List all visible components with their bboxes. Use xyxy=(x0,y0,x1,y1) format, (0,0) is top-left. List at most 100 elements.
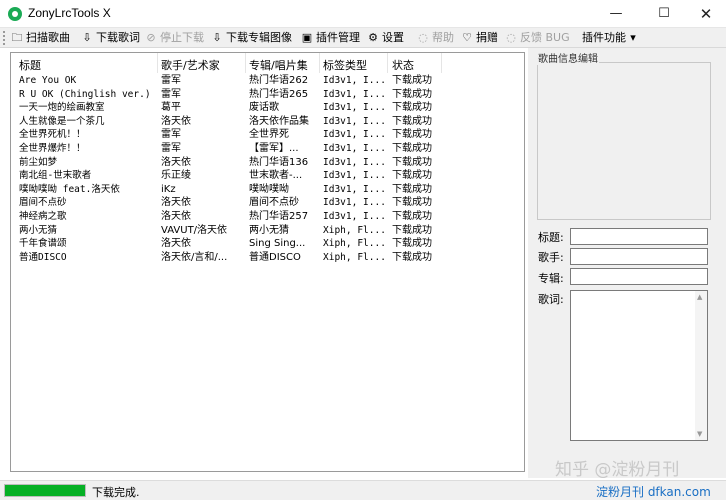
progress-fill xyxy=(5,485,85,496)
plugin-functions-menu[interactable]: 插件功能 ▾ xyxy=(582,29,642,46)
plugin-manager-button[interactable]: ▣ 插件管理 xyxy=(300,29,360,46)
album-label: 专辑: xyxy=(538,272,564,285)
cell-title: 前尘如梦 xyxy=(19,156,58,168)
cell-title: 普通DISCO xyxy=(19,251,67,263)
column-separator[interactable] xyxy=(441,53,442,73)
watermark-site: 淀粉月刊 dfkan.com xyxy=(596,485,711,499)
cell-tag-type: Xiph, Fl... xyxy=(323,238,386,250)
gear-icon: ⚙ xyxy=(368,31,378,44)
artist-field[interactable] xyxy=(570,248,708,265)
help-button[interactable]: ◌ 帮助 xyxy=(416,29,454,46)
app-icon xyxy=(8,7,22,21)
table-row[interactable]: R U OK (Chinglish ver.) 雷军 热门华语265 Id3v1, I… xyxy=(11,88,524,101)
cell-tag-type: Id3v1, I... xyxy=(323,197,386,209)
cell-album: 两小无猜 xyxy=(249,224,289,236)
title-field[interactable] xyxy=(570,228,708,245)
cell-artist: 乐正绫 xyxy=(161,170,191,182)
cell-album: 世末歌者-... xyxy=(249,170,303,182)
column-separator[interactable] xyxy=(387,53,388,73)
scroll-up-icon[interactable]: ▲ xyxy=(697,293,702,301)
download-album-art-button[interactable]: ⇩ 下载专辑图像 xyxy=(210,29,292,46)
table-row[interactable]: 前尘如梦 洛天依 热门华语136 Id3v1, I... 下载成功 xyxy=(11,156,524,169)
cell-status: 下载成功 xyxy=(392,224,432,236)
table-row[interactable]: 两小无猜 VAVUT/洛天依 两小无猜 Xiph, Fl... 下载成功 xyxy=(11,224,524,237)
stop-download-button[interactable]: ⊘ 停止下载 xyxy=(144,29,204,46)
column-separator[interactable] xyxy=(157,53,158,73)
cell-title: 全世界爆炸！！ xyxy=(19,143,86,154)
download-lyrics-button[interactable]: ⇩ 下载歌词 xyxy=(80,29,140,46)
cell-tag-type: Id3v1, I... xyxy=(323,102,386,114)
table-row[interactable]: 全世界死机！！ 雷军 全世界死 Id3v1, I... 下载成功 xyxy=(11,128,524,141)
lyrics-scrollbar[interactable]: ▲ ▼ xyxy=(695,291,707,440)
column-header-tag-type[interactable]: 标签类型 xyxy=(323,57,367,73)
table-row[interactable]: 一天一炮的绘画教室 葛平 废话歌 Id3v1, I... 下载成功 xyxy=(11,101,524,114)
song-info-group-title: 歌曲信息编辑 xyxy=(537,50,599,65)
column-header-artist[interactable]: 歌手/艺术家 xyxy=(161,57,220,73)
toolbar-grip[interactable] xyxy=(3,31,5,45)
cell-tag-type: Id3v1, I... xyxy=(323,211,386,222)
lyrics-textarea[interactable]: ▲ ▼ xyxy=(570,290,708,441)
cell-artist: 雷军 xyxy=(161,143,181,154)
cell-title: 神经病之歌 xyxy=(19,211,67,222)
scan-songs-button[interactable]: 🗀 扫描歌曲 xyxy=(10,29,71,46)
cell-title: Are You OK xyxy=(19,75,77,86)
window-title: ZonyLrcTools X xyxy=(28,6,111,20)
cell-title: 噗呦噗呦 feat.洛天依 xyxy=(19,183,120,195)
cell-title: 南北组-世末歌者 xyxy=(19,170,92,182)
table-row[interactable]: 普通DISCO 洛天依/言和/... 普通DISCO Xiph, Fl... 下载成功 xyxy=(11,251,524,264)
column-header-status[interactable]: 状态 xyxy=(392,57,414,73)
table-row[interactable]: 眉间不点砂 洛天依 眉间不点砂 Id3v1, I... 下载成功 xyxy=(11,196,524,209)
cell-status: 下载成功 xyxy=(392,238,432,250)
column-separator[interactable] xyxy=(319,53,320,73)
folder-icon: 🗀 xyxy=(11,31,23,44)
cell-status: 下载成功 xyxy=(392,129,432,141)
cell-title: R U OK (Chinglish ver.) xyxy=(19,88,151,100)
feedback-icon: ◌ xyxy=(506,31,516,44)
song-info-group: 歌曲信息编辑 xyxy=(535,50,715,222)
cell-title: 眉间不点砂 xyxy=(19,197,67,209)
status-text: 下载完成. xyxy=(92,486,140,499)
table-row[interactable]: 神经病之歌 洛天依 热门华语257 Id3v1, I... 下载成功 xyxy=(11,210,524,223)
cell-status: 下载成功 xyxy=(392,88,432,100)
cell-artist: 洛天依 xyxy=(161,211,191,222)
stop-icon: ⊘ xyxy=(146,31,156,44)
scroll-down-icon[interactable]: ▼ xyxy=(697,430,702,438)
minimize-button[interactable]: — xyxy=(594,0,638,28)
help-icon: ◌ xyxy=(418,31,428,44)
title-bar: ZonyLrcTools X — ☐ ✕ xyxy=(0,0,726,28)
cell-album: Sing Sing... xyxy=(249,238,306,250)
cell-tag-type: Xiph, Fl... xyxy=(323,251,386,263)
settings-button[interactable]: ⚙ 设置 xyxy=(366,29,404,46)
cell-artist: 洛天依 xyxy=(161,156,191,168)
download-progress-bar xyxy=(4,484,86,497)
cell-tag-type: Id3v1, I... xyxy=(323,183,386,195)
album-field[interactable] xyxy=(570,268,708,285)
column-header-album[interactable]: 专辑/唱片集 xyxy=(249,57,308,73)
table-row[interactable]: 千年食谱颂 洛天依 Sing Sing... Xiph, Fl... 下载成功 xyxy=(11,237,524,250)
table-row[interactable]: Are You OK 雷军 热门华语262 Id3v1, I... 下载成功 xyxy=(11,74,524,87)
title-label: 标题: xyxy=(538,231,564,244)
donate-icon: ♡ xyxy=(462,31,472,44)
column-separator[interactable] xyxy=(245,53,246,73)
cell-artist: 洛天依/言和/... xyxy=(161,251,228,263)
cell-status: 下载成功 xyxy=(392,75,432,86)
maximize-button[interactable]: ☐ xyxy=(642,0,686,28)
cell-artist: 葛平 xyxy=(161,102,181,114)
table-row[interactable]: 全世界爆炸！！ 雷军 【雷军】... Id3v1, I... 下载成功 xyxy=(11,142,524,155)
cell-status: 下载成功 xyxy=(392,156,432,168)
column-header-title[interactable]: 标题 xyxy=(19,57,41,73)
cell-album: 【雷军】... xyxy=(249,143,299,154)
cell-artist: 雷军 xyxy=(161,75,181,86)
cell-tag-type: Id3v1, I... xyxy=(323,88,386,100)
song-list[interactable]: 标题 歌手/艺术家 专辑/唱片集 标签类型 状态 Are You OK 雷军 热门华… xyxy=(10,52,525,472)
table-row[interactable]: 人生就像是一个茶几 洛天依 洛天依作品集 Id3v1, I... 下载成功 xyxy=(11,115,524,128)
donate-button[interactable]: ♡ 捐赠 xyxy=(460,29,498,46)
cell-tag-type: Id3v1, I... xyxy=(323,143,386,154)
artist-label: 歌手: xyxy=(538,251,564,264)
cell-status: 下载成功 xyxy=(392,251,432,263)
feedback-bug-button[interactable]: ◌ 反馈 BUG xyxy=(504,29,569,46)
cell-artist: 洛天依 xyxy=(161,115,191,127)
close-button[interactable]: ✕ xyxy=(684,0,726,28)
table-row[interactable]: 南北组-世末歌者 乐正绫 世末歌者-... Id3v1, I... 下载成功 xyxy=(11,169,524,182)
table-row[interactable]: 噗呦噗呦 feat.洛天依 iKz 噗呦噗呦 Id3v1, I... 下载成功 xyxy=(11,183,524,196)
